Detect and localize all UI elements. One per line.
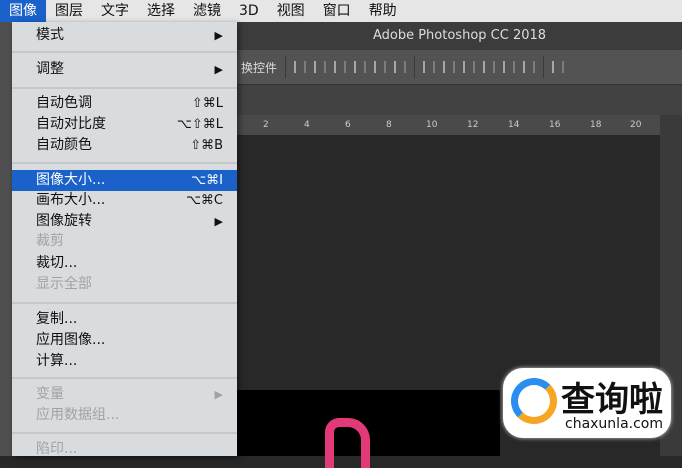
window-title: Adobe Photoshop CC 2018: [237, 22, 682, 50]
label: 应用图像...: [36, 332, 106, 348]
menu-item-image-rotation[interactable]: 图像旋转 ▶: [12, 211, 237, 232]
watermark-url: chaxunla.com: [565, 416, 663, 432]
submenu-arrow-icon: ▶: [214, 29, 223, 42]
menu-type[interactable]: 文字: [92, 0, 138, 22]
align-left-icon[interactable]: [354, 61, 367, 73]
label: 模式: [36, 27, 64, 43]
menu-item-reveal-all: 显示全部: [12, 274, 237, 295]
ruler-tick: 18: [590, 120, 602, 130]
label: 图像旋转: [36, 213, 92, 229]
ruler-tick: 8: [386, 120, 392, 130]
ruler: 2 4 6 8 10 12 14 16 18 20: [237, 115, 660, 135]
search-q-icon: [511, 378, 557, 424]
ruler-tick: 6: [345, 120, 351, 130]
divider: [543, 56, 545, 78]
shortcut: ⇧⌘L: [191, 96, 223, 111]
menu-item-trap: 陷印...: [12, 439, 237, 460]
ruler-tick: 16: [549, 120, 561, 130]
menu-filter[interactable]: 滤镜: [184, 0, 230, 22]
shortcut: ⌥⌘I: [191, 173, 223, 188]
watermark-logo: 查询啦 chaxunla.com: [503, 368, 671, 438]
show-transform-controls[interactable]: 换控件: [241, 59, 277, 76]
ruler-tick: 2: [263, 120, 269, 130]
menu-item-adjustments[interactable]: 调整 ▶: [12, 59, 237, 80]
menu-view[interactable]: 视图: [268, 0, 314, 22]
separator: [12, 432, 237, 434]
menu-image[interactable]: 图像: [0, 0, 46, 22]
ruler-tick: 12: [467, 120, 479, 130]
label: 计算...: [36, 353, 78, 369]
menu-3d[interactable]: 3D: [230, 0, 268, 22]
submenu-arrow-icon: ▶: [214, 388, 223, 401]
separator: [12, 87, 237, 89]
menu-item-calculations[interactable]: 计算...: [12, 351, 237, 372]
submenu-arrow-icon: ▶: [214, 215, 223, 228]
menu-item-apply-data-set: 应用数据组...: [12, 405, 237, 426]
menu-item-trim[interactable]: 裁切...: [12, 253, 237, 274]
menu-item-variables: 变量 ▶: [12, 384, 237, 405]
separator: [12, 51, 237, 53]
pink-letter-artwork: [325, 418, 370, 468]
separator: [12, 302, 237, 304]
image-menu-dropdown: 模式 ▶ 调整 ▶ 自动色调 ⇧⌘L 自动对比度 ⌥⇧⌘L 自动颜色 ⇧⌘B 图像大小..…: [12, 22, 237, 457]
menu-item-image-size[interactable]: 图像大小... ⌥⌘I: [12, 170, 237, 191]
distribute-right-icon[interactable]: [523, 61, 536, 73]
ruler-tick: 20: [630, 120, 642, 130]
distribute-bottom-icon[interactable]: [463, 61, 476, 73]
menu-item-auto-color[interactable]: 自动颜色 ⇧⌘B: [12, 135, 237, 156]
menu-item-apply-image[interactable]: 应用图像...: [12, 330, 237, 351]
distribute-top-icon[interactable]: [423, 61, 436, 73]
label: 画布大小...: [36, 192, 106, 208]
menu-item-duplicate[interactable]: 复制...: [12, 309, 237, 330]
menu-bar: 图像 图层 文字 选择 滤镜 3D 视图 窗口 帮助: [0, 0, 682, 22]
label: 复制...: [36, 311, 78, 327]
label: 自动颜色: [36, 137, 92, 153]
divider: [414, 56, 416, 78]
label: 陷印...: [36, 441, 78, 457]
ruler-tick: 14: [508, 120, 520, 130]
menu-item-mode[interactable]: 模式 ▶: [12, 25, 237, 46]
tools-panel: [0, 22, 12, 456]
align-hcenter-icon[interactable]: [374, 61, 387, 73]
submenu-arrow-icon: ▶: [214, 63, 223, 76]
options-bar: 换控件: [237, 50, 682, 85]
align-bottom-icon[interactable]: [334, 61, 347, 73]
shortcut: ⇧⌘B: [190, 138, 223, 153]
align-top-icon[interactable]: [294, 61, 307, 73]
ruler-tick: 4: [304, 120, 310, 130]
label: 显示全部: [36, 276, 92, 292]
menu-item-canvas-size[interactable]: 画布大小... ⌥⌘C: [12, 190, 237, 211]
label: 裁剪: [36, 233, 64, 249]
menu-window[interactable]: 窗口: [314, 0, 360, 22]
divider: [285, 56, 287, 78]
menu-layer[interactable]: 图层: [46, 0, 92, 22]
label: 图像大小...: [36, 172, 106, 188]
separator: [12, 162, 237, 164]
auto-align-icon[interactable]: [552, 61, 565, 73]
document-tabs: [237, 85, 682, 115]
menu-help[interactable]: 帮助: [360, 0, 406, 22]
label: 变量: [36, 386, 64, 402]
separator: [12, 377, 237, 379]
menu-select[interactable]: 选择: [138, 0, 184, 22]
label: 自动对比度: [36, 116, 106, 132]
align-right-icon[interactable]: [394, 61, 407, 73]
label: 调整: [36, 61, 64, 77]
label: 裁切...: [36, 255, 78, 271]
distribute-hcenter-icon[interactable]: [503, 61, 516, 73]
menu-item-auto-tone[interactable]: 自动色调 ⇧⌘L: [12, 93, 237, 114]
align-vcenter-icon[interactable]: [314, 61, 327, 73]
label: 自动色调: [36, 95, 92, 111]
menu-item-crop: 裁剪: [12, 231, 237, 252]
distribute-left-icon[interactable]: [483, 61, 496, 73]
menu-item-auto-contrast[interactable]: 自动对比度 ⌥⇧⌘L: [12, 114, 237, 135]
label: 应用数据组...: [36, 407, 120, 423]
distribute-vcenter-icon[interactable]: [443, 61, 456, 73]
shortcut: ⌥⌘C: [185, 193, 223, 208]
watermark-cn: 查询啦: [561, 380, 663, 420]
ruler-tick: 10: [426, 120, 438, 130]
shortcut: ⌥⇧⌘L: [176, 117, 223, 132]
